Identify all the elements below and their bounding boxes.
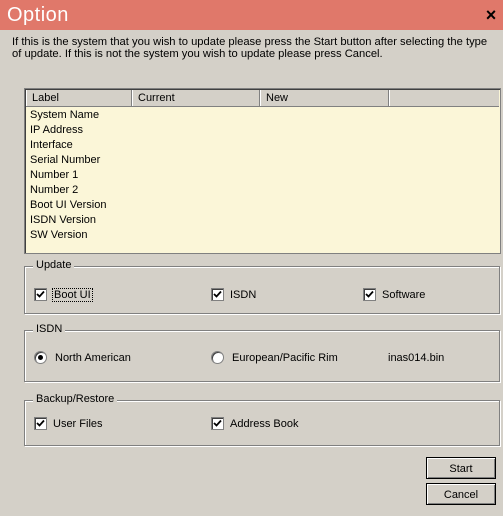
checkbox-checked-icon xyxy=(211,288,224,301)
software-checkbox[interactable]: Software xyxy=(363,288,425,301)
european-label: European/Pacific Rim xyxy=(232,351,338,364)
update-group: Update Boot UI ISDN Software xyxy=(24,259,500,314)
intro-line-2: of update. If this is not the system you… xyxy=(12,48,383,60)
checkbox-checked-icon xyxy=(211,417,224,430)
close-icon[interactable]: × xyxy=(482,6,500,24)
isdn-legend: ISDN xyxy=(33,323,66,335)
user-files-checkbox[interactable]: User Files xyxy=(34,417,103,430)
checkbox-checked-icon xyxy=(34,288,47,301)
column-header-label[interactable]: Label xyxy=(26,90,132,106)
column-header-new[interactable]: New xyxy=(260,90,389,106)
list-item[interactable]: System Name xyxy=(30,108,106,123)
backup-restore-group: Backup/Restore User Files Address Book xyxy=(24,393,500,446)
list-item[interactable]: IP Address xyxy=(30,123,106,138)
boot-ui-checkbox[interactable]: Boot UI xyxy=(34,287,93,302)
column-header-empty xyxy=(389,90,499,106)
north-american-radio[interactable]: North American xyxy=(34,351,131,364)
checkbox-checked-icon xyxy=(34,417,47,430)
list-item[interactable]: Number 1 xyxy=(30,168,106,183)
list-item[interactable]: Number 2 xyxy=(30,183,106,198)
backup-restore-legend: Backup/Restore xyxy=(33,393,118,405)
address-book-checkbox[interactable]: Address Book xyxy=(211,417,298,430)
software-label: Software xyxy=(382,288,426,301)
isdn-file-name: inas014.bin xyxy=(388,352,445,364)
start-button[interactable]: Start xyxy=(426,457,496,479)
radio-selected-icon xyxy=(34,351,47,364)
checkbox-checked-icon xyxy=(363,288,376,301)
isdn-label: ISDN xyxy=(230,288,257,301)
list-item[interactable]: Interface xyxy=(30,138,106,153)
european-radio[interactable]: European/Pacific Rim xyxy=(211,351,338,364)
radio-unselected-icon xyxy=(211,351,224,364)
intro-line-1: If this is the system that you wish to u… xyxy=(12,36,488,48)
system-info-list[interactable]: Label Current New System Name IP Address… xyxy=(24,88,501,254)
intro-text: If this is the system that you wish to u… xyxy=(12,36,502,60)
boot-ui-label: Boot UI xyxy=(52,287,93,302)
user-files-label: User Files xyxy=(53,417,103,430)
list-header: Label Current New xyxy=(26,90,499,107)
list-rows: System Name IP Address Interface Serial … xyxy=(30,108,106,243)
column-header-current[interactable]: Current xyxy=(132,90,260,106)
list-item[interactable]: ISDN Version xyxy=(30,213,106,228)
isdn-group: ISDN North American European/Pacific Rim… xyxy=(24,323,500,382)
option-dialog: Option × If this is the system that you … xyxy=(0,0,503,516)
cancel-button[interactable]: Cancel xyxy=(426,483,496,505)
title-bar[interactable]: Option × xyxy=(0,0,503,30)
list-item[interactable]: Serial Number xyxy=(30,153,106,168)
dialog-title: Option xyxy=(7,4,69,26)
update-legend: Update xyxy=(33,259,75,271)
north-american-label: North American xyxy=(55,351,131,364)
isdn-checkbox[interactable]: ISDN xyxy=(211,288,256,301)
list-item[interactable]: Boot UI Version xyxy=(30,198,106,213)
address-book-label: Address Book xyxy=(230,417,299,430)
list-item[interactable]: SW Version xyxy=(30,228,106,243)
